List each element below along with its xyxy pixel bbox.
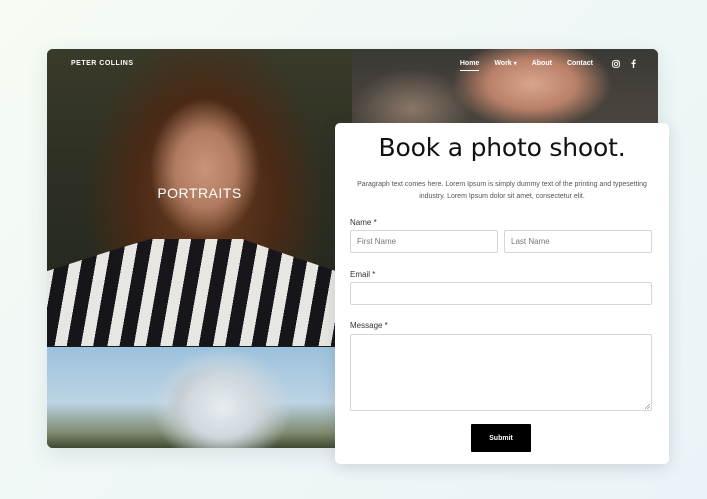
main-nav: Home Work ▾ About Contact xyxy=(445,59,636,71)
social-links xyxy=(612,59,636,68)
nav-item-work-label: Work xyxy=(494,60,512,67)
nav-item-contact[interactable]: Contact xyxy=(567,60,593,67)
instagram-icon[interactable] xyxy=(612,59,620,68)
facebook-icon[interactable] xyxy=(631,59,636,68)
name-label: Name * xyxy=(350,218,377,227)
last-name-placeholder: Last Name xyxy=(511,237,550,246)
portrait-photo[interactable]: PORTRAITS xyxy=(47,49,352,346)
message-label: Message * xyxy=(350,321,388,330)
submit-button[interactable]: Submit xyxy=(471,424,531,452)
booking-form-card: Book a photo shoot. Paragraph text comes… xyxy=(335,123,669,464)
nav-item-work[interactable]: Work ▾ xyxy=(494,60,516,67)
form-description: Paragraph text comes here. Lorem Ipsum i… xyxy=(357,181,647,200)
form-title: Book a photo shoot. xyxy=(378,133,626,162)
nav-item-about[interactable]: About xyxy=(532,60,552,67)
portraits-label: PORTRAITS xyxy=(157,185,242,201)
first-name-placeholder: First Name xyxy=(357,237,397,246)
first-name-input[interactable]: First Name xyxy=(350,230,498,253)
site-brand[interactable]: PETER COLLINS xyxy=(71,60,134,67)
email-label: Email * xyxy=(350,270,376,279)
last-name-input[interactable]: Last Name xyxy=(504,230,652,253)
resize-handle-icon[interactable] xyxy=(645,404,650,409)
email-input[interactable] xyxy=(350,282,652,305)
chevron-down-icon: ▾ xyxy=(513,61,517,67)
striped-shirt-detail xyxy=(47,239,352,346)
nav-item-home[interactable]: Home xyxy=(459,60,480,71)
couple-photo[interactable] xyxy=(47,347,352,448)
message-textarea[interactable] xyxy=(350,334,652,411)
